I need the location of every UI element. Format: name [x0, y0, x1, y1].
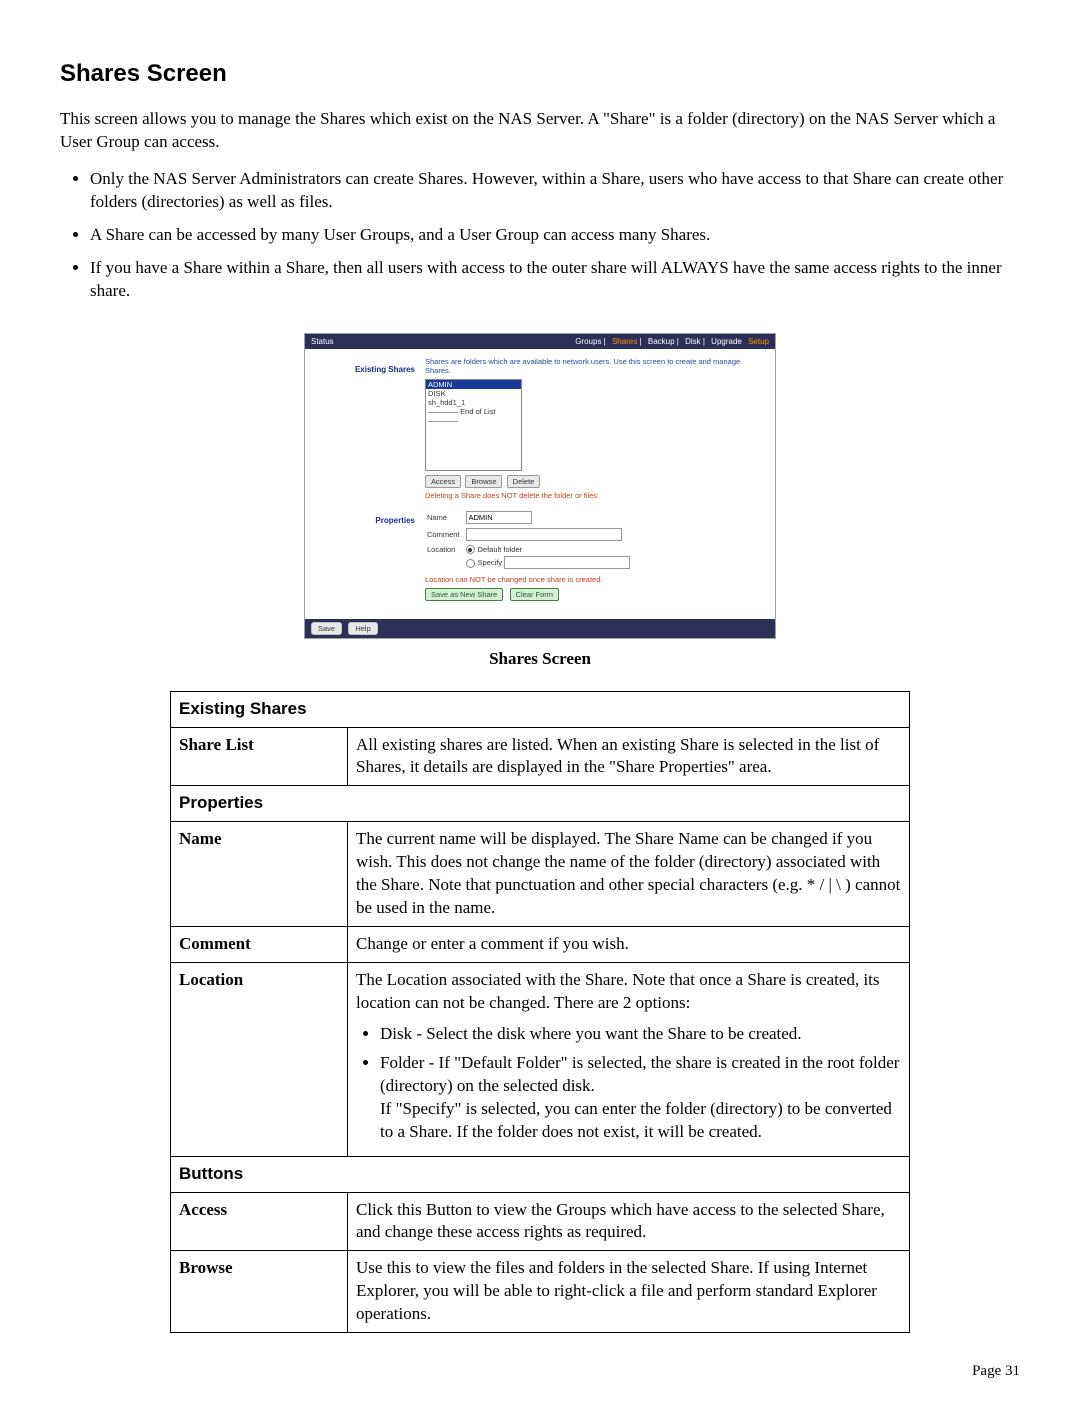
row-location-cell: The Location associated with the Share. …: [348, 963, 910, 1157]
shares-screen-figure: Status Groups | Shares | Backup | Disk |…: [304, 333, 776, 639]
bullet-item: Only the NAS Server Administrators can c…: [90, 168, 1020, 214]
fig-name-label: Name: [427, 510, 464, 525]
fig-radio-specify[interactable]: [466, 559, 475, 568]
fig-share-item-end: ———— End of List ————: [426, 407, 521, 425]
intro-bullets: Only the NAS Server Administrators can c…: [60, 168, 1020, 303]
fig-share-item-disk[interactable]: DISK: [426, 389, 521, 398]
fig-nav-setup[interactable]: Setup: [748, 337, 769, 346]
row-comment-text: Change or enter a comment if you wish.: [348, 927, 910, 963]
bullet-item: A Share can be accessed by many User Gro…: [90, 224, 1020, 247]
fig-location-note: Location can NOT be changed once share i…: [425, 575, 765, 584]
fig-comment-input[interactable]: [466, 528, 622, 541]
fig-description: Shares are folders which are available t…: [425, 357, 765, 375]
section-buttons: Buttons: [171, 1156, 910, 1192]
intro-paragraph: This screen allows you to manage the Sha…: [60, 108, 1020, 154]
row-location-item-folder: Folder - If "Default Folder" is selected…: [380, 1052, 901, 1144]
row-location-item-disk: Disk - Select the disk where you want th…: [380, 1023, 901, 1046]
figure-caption: Shares Screen: [60, 649, 1020, 669]
fig-properties-label: Properties: [305, 516, 415, 525]
row-access-text: Click this Button to view the Groups whi…: [348, 1192, 910, 1251]
fig-nav-backup[interactable]: Backup: [648, 337, 675, 346]
fig-delete-warning: Deleting a Share does NOT delete the fol…: [425, 491, 765, 500]
fig-delete-button[interactable]: Delete: [507, 475, 541, 488]
fig-specify-input[interactable]: [504, 556, 630, 569]
fig-browse-button[interactable]: Browse: [465, 475, 502, 488]
bullet-item: If you have a Share within a Share, then…: [90, 257, 1020, 303]
row-browse-label: Browse: [171, 1251, 348, 1333]
row-comment-label: Comment: [171, 927, 348, 963]
fig-loc-specify-label: Specify: [478, 558, 503, 567]
row-access-label: Access: [171, 1192, 348, 1251]
fig-access-button[interactable]: Access: [425, 475, 461, 488]
fig-save-new-button[interactable]: Save as New Share: [425, 588, 503, 601]
fig-share-item-sh[interactable]: sh_hdd1_1: [426, 398, 521, 407]
section-properties: Properties: [171, 786, 910, 822]
description-table: Existing Shares Share List All existing …: [170, 691, 910, 1334]
row-location-label: Location: [171, 963, 348, 1157]
fig-comment-label: Comment: [427, 527, 464, 542]
fig-save-button[interactable]: Save: [311, 622, 342, 635]
row-share-list-text: All existing shares are listed. When an …: [348, 727, 910, 786]
fig-clear-button[interactable]: Clear Form: [510, 588, 560, 601]
fig-status-label: Status: [311, 337, 334, 346]
fig-nav-upgrade[interactable]: Upgrade: [711, 337, 742, 346]
fig-existing-shares-label: Existing Shares: [305, 365, 415, 374]
row-location-intro: The Location associated with the Share. …: [356, 970, 880, 1012]
fig-share-listbox[interactable]: ADMIN DISK sh_hdd1_1 ———— End of List ——…: [425, 379, 522, 471]
fig-loc-default-label: Default folder: [478, 545, 523, 554]
section-existing-shares: Existing Shares: [171, 691, 910, 727]
fig-nav-disk[interactable]: Disk: [685, 337, 701, 346]
fig-name-input[interactable]: [466, 511, 532, 524]
fig-nav-shares[interactable]: Shares: [612, 337, 637, 346]
fig-location-label: Location: [427, 544, 464, 571]
row-browse-text: Use this to view the files and folders i…: [348, 1251, 910, 1333]
fig-radio-default[interactable]: [466, 545, 475, 554]
fig-nav-groups[interactable]: Groups: [575, 337, 601, 346]
row-share-list-label: Share List: [171, 727, 348, 786]
fig-share-item-admin[interactable]: ADMIN: [426, 380, 521, 389]
page-number: Page 31: [60, 1363, 1020, 1380]
fig-nav: Groups | Shares | Backup | Disk | Upgrad…: [571, 337, 769, 346]
fig-help-button[interactable]: Help: [348, 622, 377, 635]
row-name-text: The current name will be displayed. The …: [348, 822, 910, 927]
page-heading: Shares Screen: [60, 60, 1020, 88]
row-name-label: Name: [171, 822, 348, 927]
